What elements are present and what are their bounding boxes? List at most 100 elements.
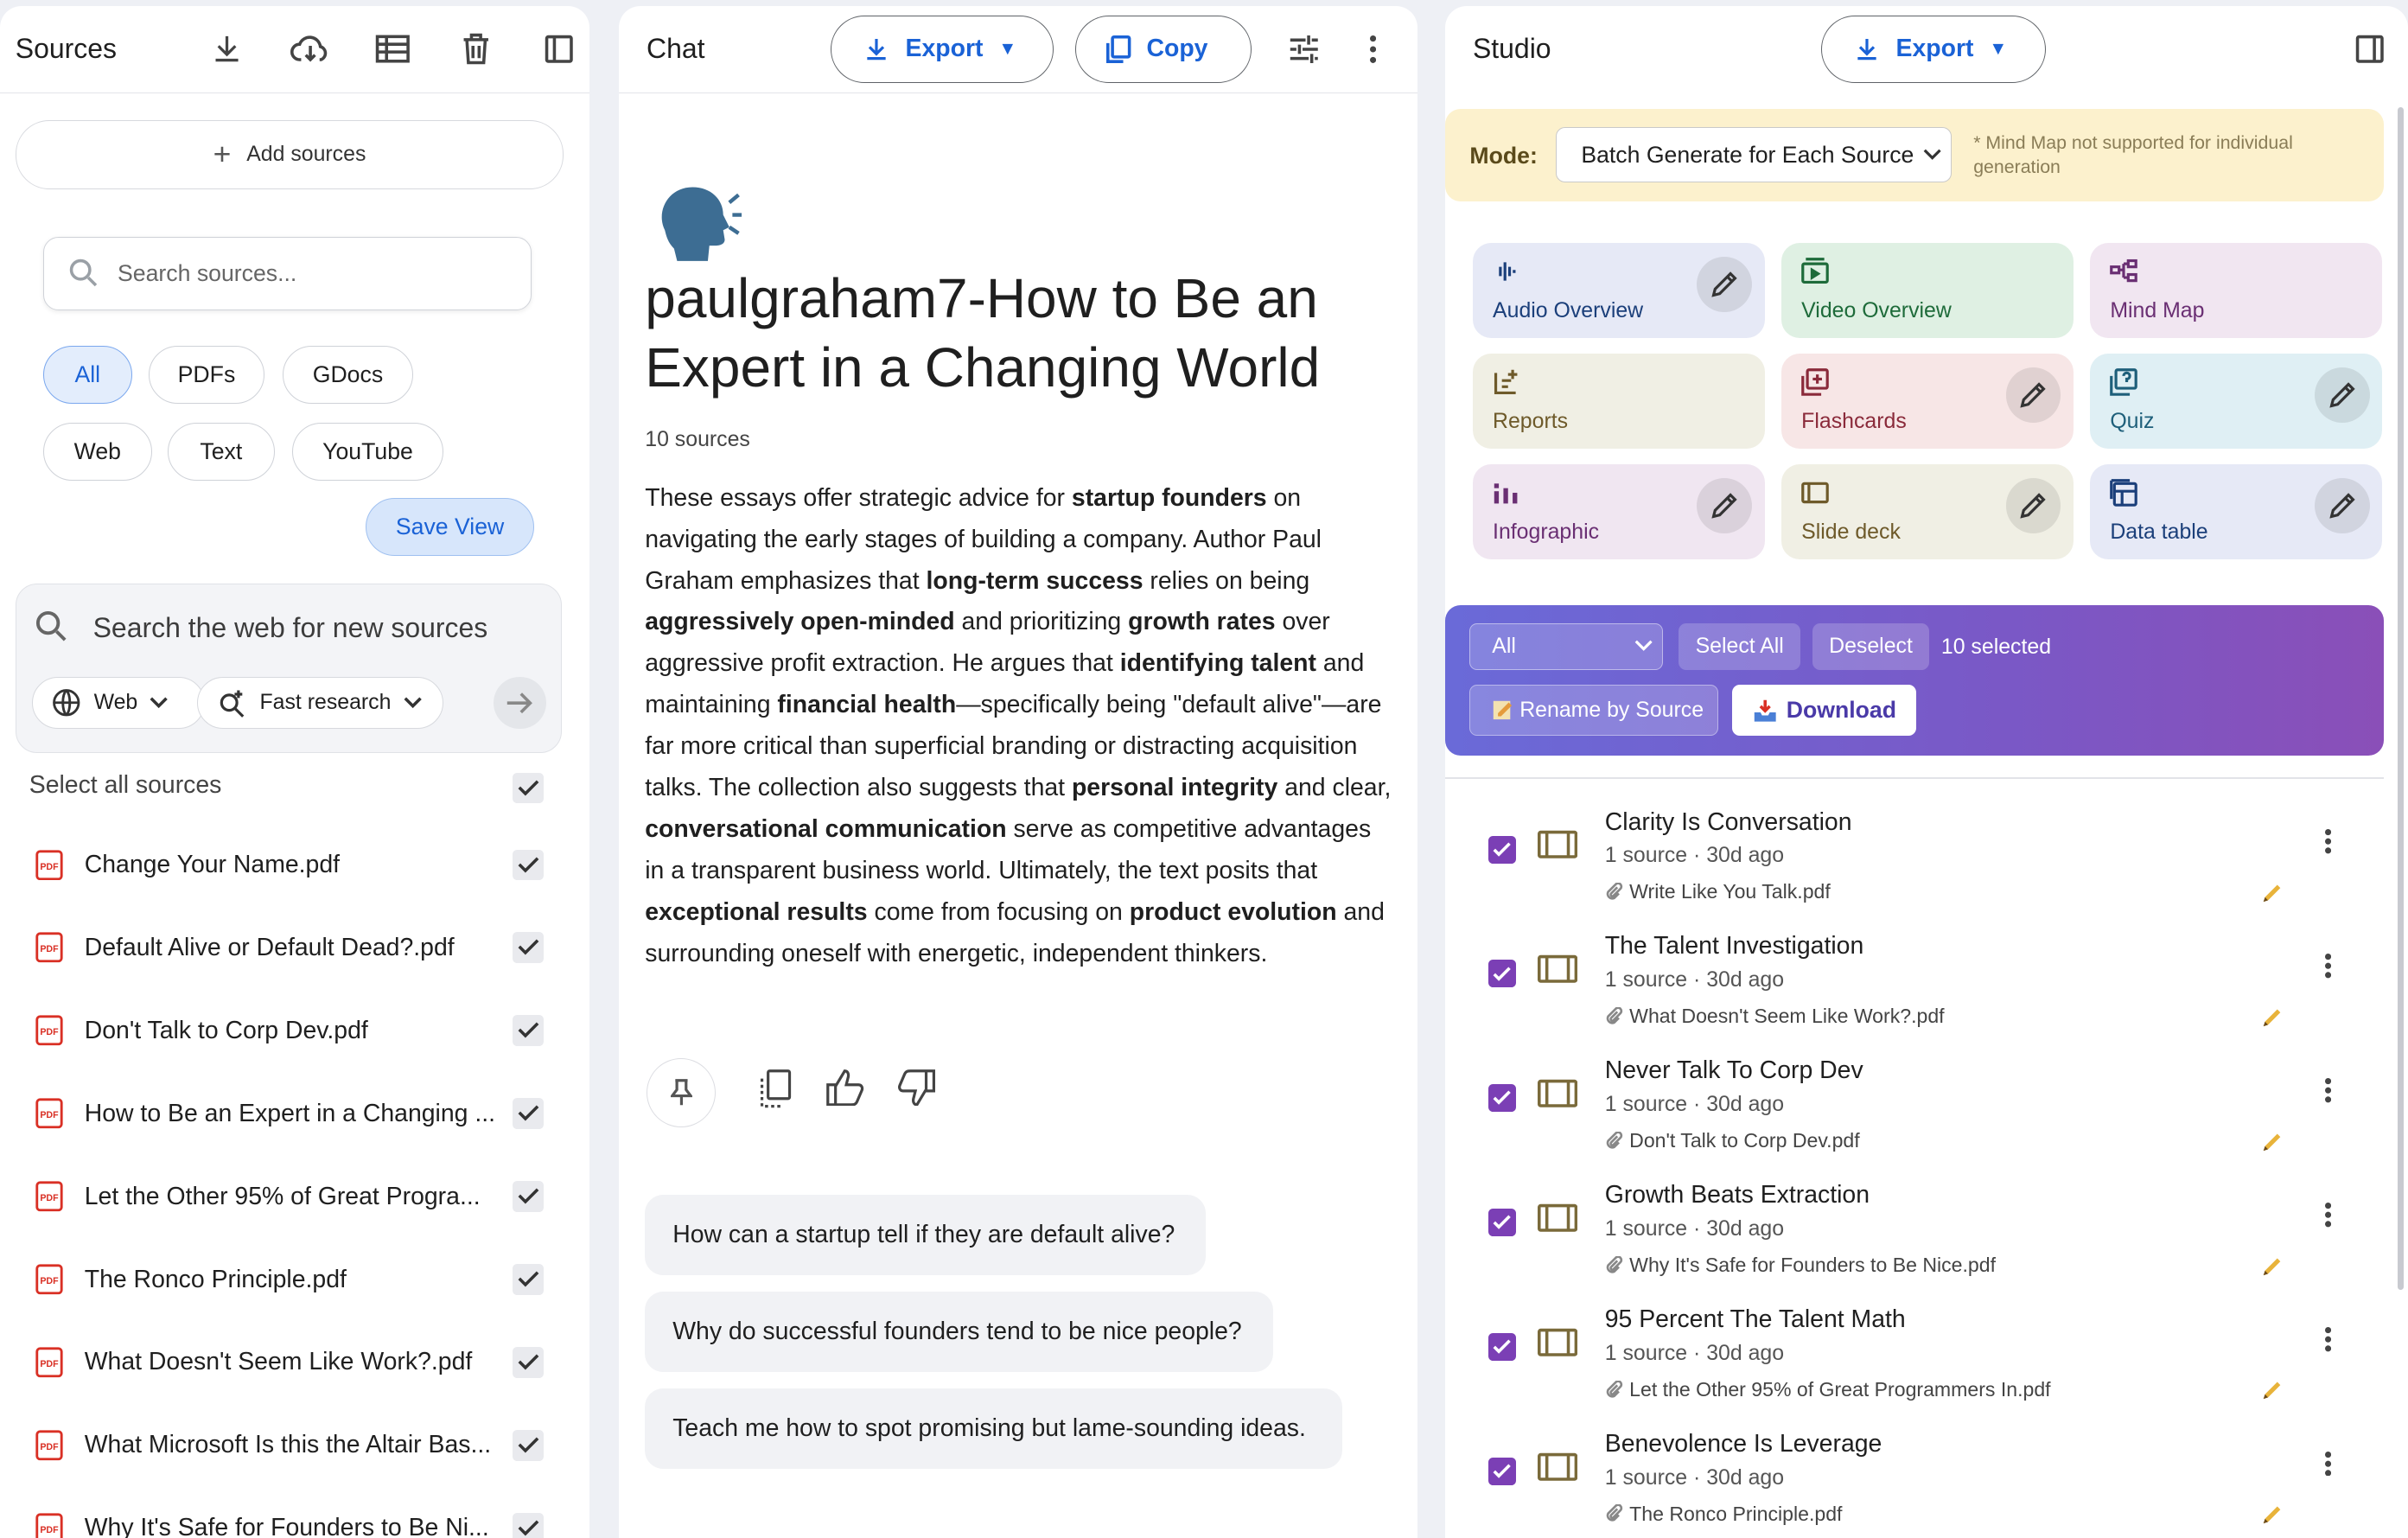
edit-pencil-icon[interactable]: [1697, 256, 1753, 312]
pencil-icon[interactable]: [2262, 1255, 2284, 1277]
cloud-download-icon[interactable]: [283, 22, 338, 77]
pencil-icon[interactable]: [2262, 1503, 2284, 1525]
web-dropdown[interactable]: Web: [31, 676, 206, 730]
batch-filter-select[interactable]: All: [1469, 623, 1664, 670]
submit-arrow-button[interactable]: [494, 676, 546, 730]
web-search-input[interactable]: Search the web for new sources: [93, 612, 488, 644]
source-checkbox[interactable]: [513, 1430, 544, 1461]
filter-gdocs-chip[interactable]: GDocs: [282, 345, 413, 405]
source-list-item[interactable]: PDF What Microsoft Is this the Altair Bas…: [0, 1404, 589, 1487]
slide-deck-tile[interactable]: Slide deck: [1781, 463, 2074, 559]
note-file: Let the Other 95% of Great Programmers I…: [1605, 1378, 2051, 1401]
studio-note-item[interactable]: Growth Beats Extraction 1 source · 30d ag…: [1445, 1166, 2384, 1291]
source-checkbox[interactable]: [513, 1098, 544, 1129]
pdf-icon: PDF: [35, 849, 63, 881]
more-vert-icon[interactable]: [2325, 1327, 2332, 1352]
collapse-panel-icon[interactable]: [532, 22, 587, 77]
source-list-item[interactable]: PDF What Doesn't Seem Like Work?.pdf: [0, 1321, 589, 1404]
scrollbar[interactable]: [2397, 107, 2404, 1291]
batch-download-button[interactable]: Download: [1732, 685, 1917, 737]
filter-all-chip[interactable]: All: [42, 345, 132, 405]
source-list-item[interactable]: PDF Why It's Safe for Founders to Be Ni..…: [0, 1487, 589, 1538]
svg-text:PDF: PDF: [40, 1110, 59, 1120]
collapse-panel-icon[interactable]: [2342, 22, 2398, 77]
source-list-item[interactable]: PDF Let the Other 95% of Great Progra...: [0, 1155, 589, 1238]
source-list-item[interactable]: PDF Change Your Name.pdf: [0, 823, 589, 906]
pin-button[interactable]: [647, 1058, 717, 1128]
source-checkbox[interactable]: [513, 1015, 544, 1046]
edit-pencil-icon[interactable]: [2314, 477, 2370, 533]
source-list-item[interactable]: PDF Default Alive or Default Dead?.pdf: [0, 906, 589, 989]
save-view-button[interactable]: Save View: [365, 497, 535, 557]
edit-pencil-icon[interactable]: [2314, 367, 2370, 423]
suggestion-chip-1[interactable]: How can a startup tell if they are defau…: [645, 1195, 1206, 1275]
research-mode-dropdown[interactable]: Fast research: [197, 676, 443, 730]
pencil-icon[interactable]: [2262, 1379, 2284, 1401]
select-all-checkbox[interactable]: [513, 772, 544, 804]
studio-note-item[interactable]: Benevolence Is Leverage 1 source · 30d ag…: [1445, 1414, 2384, 1537]
edit-pencil-icon[interactable]: [1697, 477, 1753, 533]
source-list-item[interactable]: PDF The Ronco Principle.pdf: [0, 1238, 589, 1321]
source-checkbox[interactable]: [513, 1513, 544, 1538]
source-checkbox[interactable]: [513, 849, 544, 881]
deselect-button[interactable]: Deselect: [1812, 623, 1930, 670]
more-vert-icon[interactable]: [2325, 954, 2332, 979]
filter-pdfs-chip[interactable]: PDFs: [149, 345, 264, 405]
filter-text-chip[interactable]: Text: [167, 422, 276, 482]
note-checkbox[interactable]: [1487, 1084, 1516, 1113]
reports-tile[interactable]: Reports: [1472, 353, 1765, 449]
source-checkbox[interactable]: [513, 1347, 544, 1378]
infographic-tile[interactable]: Infographic: [1472, 463, 1765, 559]
studio-note-item[interactable]: Never Talk To Corp Dev 1 source · 30d ago…: [1445, 1042, 2384, 1166]
source-checkbox[interactable]: [513, 1264, 544, 1295]
audio-overview-tile[interactable]: Audio Overview: [1472, 242, 1765, 338]
pencil-icon[interactable]: [2262, 1131, 2284, 1152]
note-checkbox[interactable]: [1487, 1333, 1516, 1362]
more-vert-icon[interactable]: [2325, 1203, 2332, 1228]
studio-export-button[interactable]: Export ▼: [1821, 15, 2046, 83]
edit-pencil-icon[interactable]: [2005, 477, 2061, 533]
rename-by-source-button[interactable]: Rename by Source: [1469, 685, 1719, 737]
studio-note-item[interactable]: The Talent Investigation 1 source · 30d a…: [1445, 917, 2384, 1042]
note-checkbox[interactable]: [1487, 1458, 1516, 1486]
suggestion-chip-3[interactable]: Teach me how to spot promising but lame-…: [645, 1388, 1342, 1469]
mind-map-tile[interactable]: Mind Map: [2090, 242, 2382, 338]
pencil-icon[interactable]: [2262, 1006, 2284, 1028]
more-vert-icon[interactable]: [2325, 829, 2332, 854]
more-vert-icon[interactable]: [2325, 1452, 2332, 1477]
more-vert-icon[interactable]: [2325, 1078, 2332, 1103]
suggestion-chip-2[interactable]: Why do successful founders tend to be ni…: [645, 1292, 1273, 1372]
source-checkbox[interactable]: [513, 1181, 544, 1212]
filter-youtube-chip[interactable]: YouTube: [291, 422, 444, 482]
select-all-button[interactable]: Select All: [1679, 623, 1801, 670]
flashcards-tile[interactable]: Flashcards: [1781, 353, 2074, 449]
source-checkbox[interactable]: [513, 932, 544, 964]
download-icon[interactable]: [200, 22, 255, 77]
edit-pencil-icon[interactable]: [2005, 367, 2061, 423]
more-vert-icon[interactable]: [1345, 22, 1400, 77]
mode-select[interactable]: Batch Generate for Each Source: [1555, 127, 1953, 183]
chat-export-button[interactable]: Export ▼: [831, 15, 1054, 83]
note-checkbox[interactable]: [1487, 960, 1516, 988]
note-checkbox[interactable]: [1487, 1209, 1516, 1237]
thumbs-up-icon[interactable]: [826, 1069, 866, 1107]
source-list-item[interactable]: PDF Don't Talk to Corp Dev.pdf: [0, 989, 589, 1072]
trash-icon[interactable]: [449, 22, 504, 77]
studio-note-item[interactable]: Clarity Is Conversation 1 source · 30d ag…: [1445, 793, 2384, 917]
pencil-icon[interactable]: [2262, 882, 2284, 903]
note-checkbox[interactable]: [1487, 835, 1516, 864]
data-table-tile[interactable]: Data table: [2090, 463, 2382, 559]
source-list-item[interactable]: PDF How to Be an Expert in a Changing ...: [0, 1072, 589, 1155]
video-overview-tile[interactable]: Video Overview: [1781, 242, 2074, 338]
copy-button[interactable]: Copy: [1074, 15, 1252, 83]
add-sources-button[interactable]: + Add sources: [15, 119, 564, 189]
tune-settings-icon[interactable]: [1277, 22, 1332, 77]
search-sources-input[interactable]: Search sources...: [42, 236, 532, 310]
quiz-tile[interactable]: Quiz: [2090, 353, 2382, 449]
filter-web-chip[interactable]: Web: [42, 422, 152, 482]
mind-map-icon: [2110, 258, 2138, 285]
thumbs-down-icon[interactable]: [895, 1069, 935, 1107]
studio-note-item[interactable]: 95 Percent The Talent Math 1 source · 30d…: [1445, 1290, 2384, 1414]
table-icon[interactable]: [366, 22, 421, 77]
copy-icon[interactable]: [759, 1069, 793, 1109]
